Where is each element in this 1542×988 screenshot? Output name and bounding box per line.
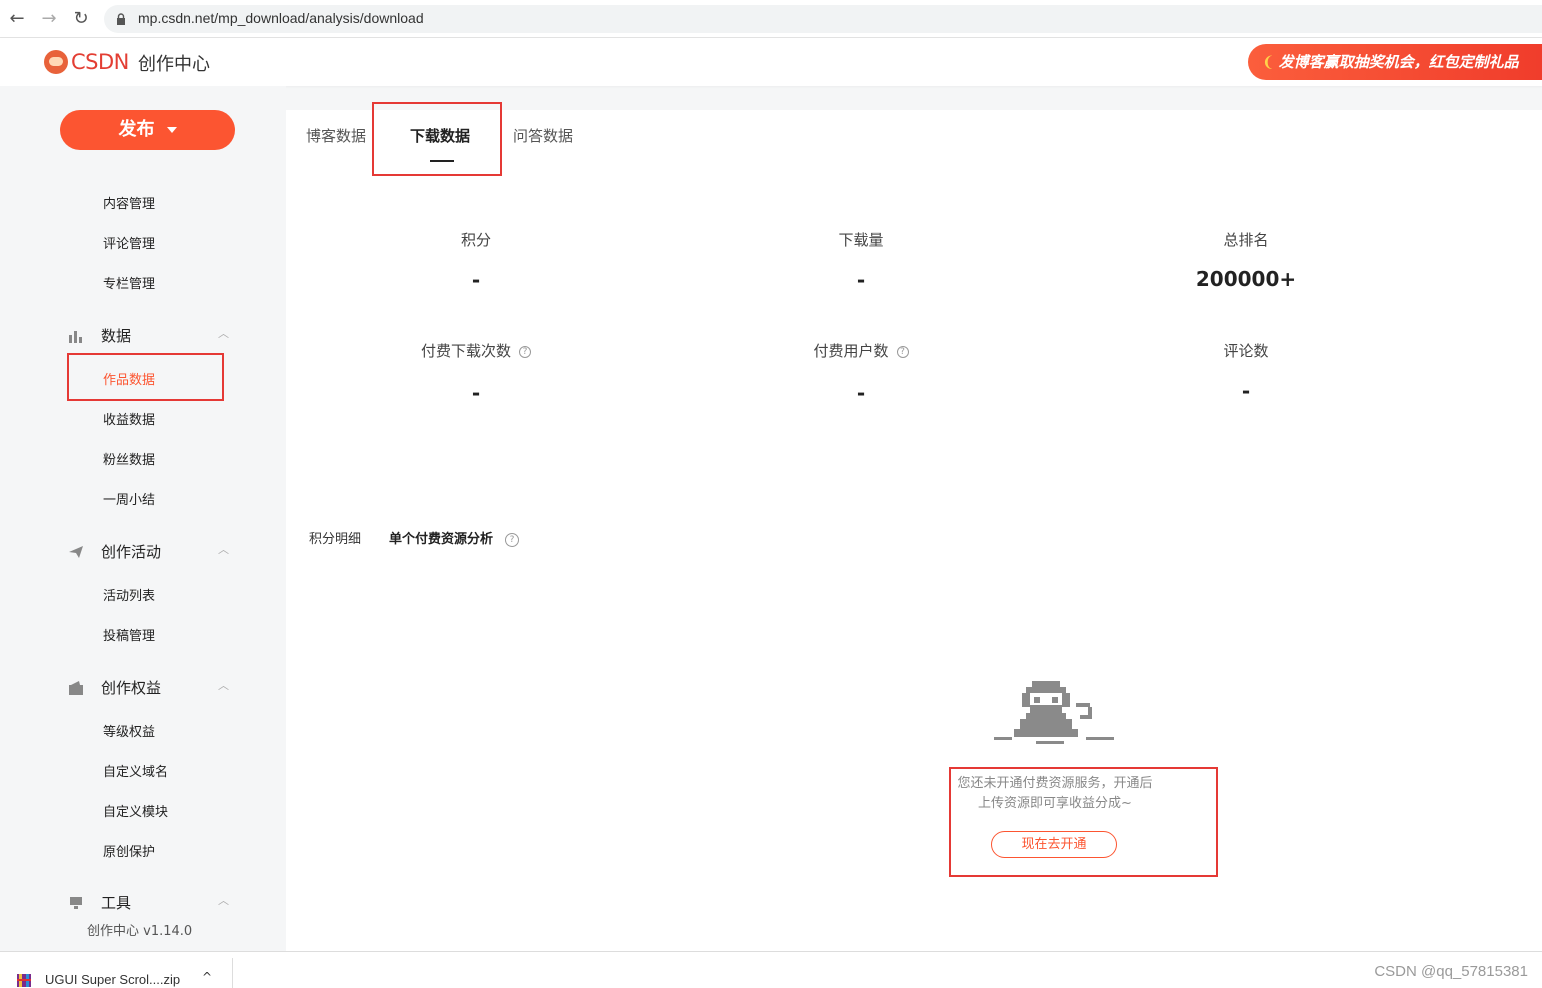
stat-value-rank: 200000+ [1195, 267, 1297, 291]
subtab-label: 单个付费资源分析 [389, 532, 494, 547]
sidebar-item-original[interactable]: 原创保护 [103, 841, 155, 860]
publish-button[interactable]: 发布 [60, 110, 235, 150]
page-title: 创作中心 [138, 54, 210, 75]
sidebar-group-tools[interactable]: 工具 ︿ [68, 892, 229, 913]
chevron-up-icon: ︿ [218, 543, 229, 556]
stat-label-rank: 总排名 [1223, 231, 1269, 249]
highlight-box-empty [949, 767, 1218, 877]
sidebar: 发布 内容管理 评论管理 专栏管理 数据 ︿ 作品数据 收益数据 粉丝数据 一周… [0, 86, 286, 951]
sidebar-group-activity[interactable]: 创作活动 ︿ [68, 541, 229, 562]
stat-label-comments: 评论数 [1223, 342, 1269, 360]
download-file-name[interactable]: UGUI Super Scrol....zip [45, 972, 180, 987]
site-header: CSDN 创作中心 ❨ 发博客赢取抽奖机会，红包定制礼品 [0, 38, 1542, 86]
chevron-up-icon: ︿ [218, 894, 229, 907]
sidebar-group-data[interactable]: 数据 ︿ [68, 325, 229, 346]
bar-chart-icon [69, 330, 82, 343]
monkey-empty-icon [994, 681, 1114, 744]
wallet-icon [69, 680, 83, 695]
main-panel: 博客数据 下载数据 问答数据 积分 - 下载量 - 总排名 200000+ 付费… [286, 102, 1542, 951]
reload-icon[interactable]: ↻ [70, 8, 92, 30]
help-icon[interactable]: ? [505, 532, 520, 547]
version-text: 创作中心 v1.14.0 [87, 924, 193, 939]
subtab-paid-resource[interactable]: 单个付费资源分析? [389, 528, 520, 547]
address-bar[interactable]: mp.csdn.net/mp_download/analysis/downloa… [104, 5, 1542, 33]
stat-label-points: 积分 [460, 231, 491, 249]
stat-value-comments: - [1241, 379, 1251, 403]
mascot-icon [44, 50, 68, 74]
download-bar: UGUI Super Scrol....zip ^ CSDN @qq_57815… [0, 951, 1542, 988]
sidebar-group-label: 工具 [101, 894, 132, 912]
help-icon[interactable]: ? [519, 345, 531, 358]
tab-blog-data[interactable]: 博客数据 [306, 125, 366, 146]
lock-icon [117, 13, 125, 25]
subtab-points-detail[interactable]: 积分明细 [309, 528, 361, 547]
promo-banner[interactable]: ❨ 发博客赢取抽奖机会，红包定制礼品 [1248, 44, 1542, 80]
highlight-box-sidebar [67, 353, 224, 401]
sidebar-item-submissions[interactable]: 投稿管理 [103, 625, 155, 644]
caret-down-icon [166, 127, 177, 133]
chevron-up-icon[interactable]: ^ [202, 970, 212, 984]
archive-icon [17, 974, 31, 987]
sidebar-item-domain[interactable]: 自定义域名 [103, 761, 168, 780]
highlight-box-tab [372, 102, 502, 176]
publish-label: 发布 [118, 119, 155, 140]
watermark-text: CSDN @qq_57815381 [1374, 963, 1528, 980]
sidebar-item-content[interactable]: 内容管理 [103, 193, 155, 212]
stat-label-paid-downloads: 付费下载次数? [376, 340, 576, 361]
promo-text: 发博客赢取抽奖机会，红包定制礼品 [1278, 53, 1519, 71]
stat-label-downloads: 下载量 [838, 231, 884, 249]
sidebar-item-level[interactable]: 等级权益 [103, 721, 155, 740]
stat-label-text: 付费下载次数 [420, 342, 511, 360]
stat-label-paid-users: 付费用户数? [761, 340, 961, 361]
forward-icon[interactable]: → [38, 8, 60, 30]
sidebar-item-fans-data[interactable]: 粉丝数据 [103, 449, 155, 468]
stat-value-paid-users: - [856, 381, 866, 405]
help-icon[interactable]: ? [896, 345, 909, 358]
chevron-up-icon: ︿ [218, 327, 229, 340]
url-text: mp.csdn.net/mp_download/analysis/downloa… [138, 10, 424, 26]
stat-value-points: - [471, 268, 481, 292]
sidebar-item-weekly[interactable]: 一周小结 [103, 489, 155, 508]
stat-value-downloads: - [856, 268, 866, 292]
sidebar-item-comments[interactable]: 评论管理 [103, 233, 155, 252]
browser-toolbar: ← → ↻ mp.csdn.net/mp_download/analysis/d… [0, 0, 1542, 38]
flame-icon: ❨ [1262, 53, 1275, 71]
back-icon[interactable]: ← [6, 8, 28, 30]
sidebar-group-label: 创作权益 [101, 679, 162, 697]
chevron-up-icon: ︿ [218, 679, 229, 692]
divider [232, 958, 233, 988]
sidebar-group-label: 数据 [101, 327, 132, 345]
sidebar-item-income-data[interactable]: 收益数据 [103, 409, 155, 428]
stat-value-paid-downloads: - [471, 381, 481, 405]
sidebar-item-columns[interactable]: 专栏管理 [103, 273, 155, 292]
brand-text: CSDN [71, 50, 129, 74]
sidebar-group-rights[interactable]: 创作权益 ︿ [68, 677, 229, 698]
monitor-icon [70, 896, 82, 909]
sidebar-item-activity-list[interactable]: 活动列表 [103, 585, 155, 604]
sidebar-group-label: 创作活动 [101, 543, 162, 561]
sidebar-item-module[interactable]: 自定义模块 [103, 801, 168, 820]
tab-qa-data[interactable]: 问答数据 [513, 125, 573, 146]
csdn-logo[interactable]: CSDN [44, 50, 129, 74]
stat-label-text: 付费用户数 [813, 342, 889, 360]
paper-plane-icon [69, 545, 83, 558]
